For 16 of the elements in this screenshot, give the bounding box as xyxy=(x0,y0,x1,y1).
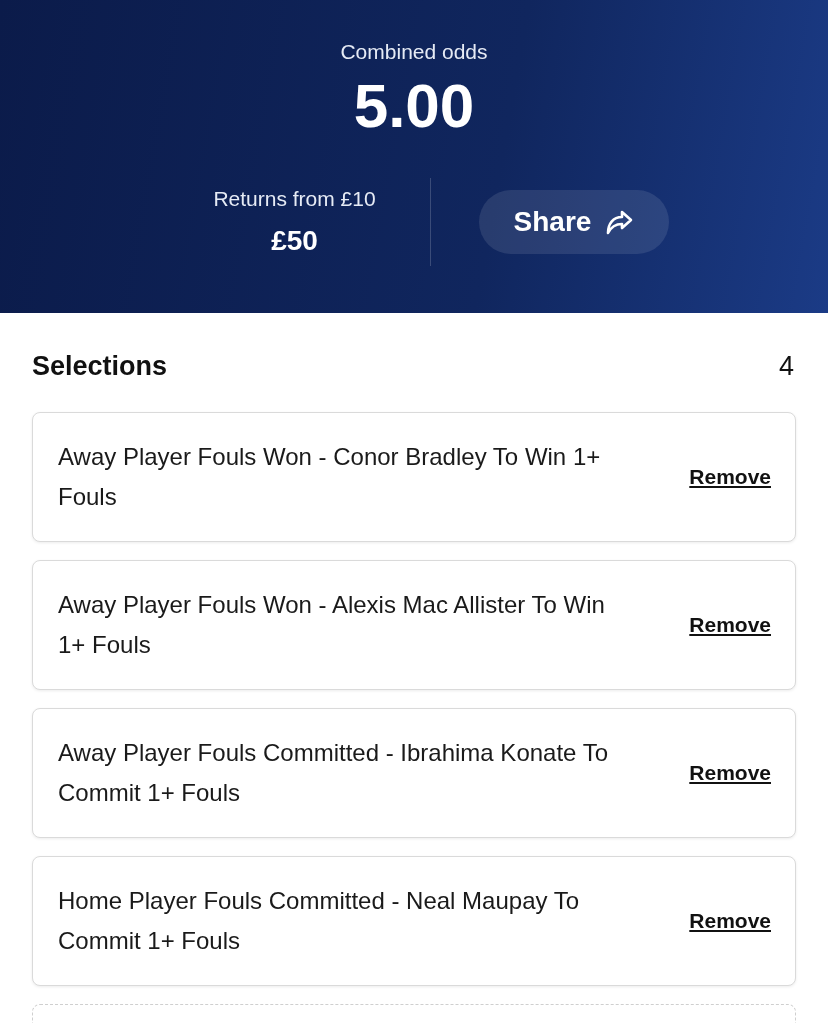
combined-odds-label: Combined odds xyxy=(340,40,488,64)
remove-link[interactable]: Remove xyxy=(689,465,771,489)
selections-count: 4 xyxy=(778,351,795,382)
selections-title: Selections xyxy=(32,351,168,382)
remove-link[interactable]: Remove xyxy=(689,761,771,785)
remove-link[interactable]: Remove xyxy=(689,613,771,637)
selection-text: Away Player Fouls Committed - Ibrahima Konate To Commit 1+ Fouls xyxy=(58,738,610,808)
returns-label: Returns from £10 xyxy=(213,187,376,212)
combined-odds-value: 5.00 xyxy=(353,72,475,141)
selection-text: Away Player Fouls Won - Alexis Mac Allister To Win 1+ Fouls xyxy=(58,590,606,660)
selection-text: Home Player Fouls Committed - Neal Maupay To Commit 1+ Fouls xyxy=(58,886,581,956)
returns-value: £50 xyxy=(271,225,318,258)
remove-link[interactable]: Remove xyxy=(689,909,771,933)
share-button[interactable]: Share xyxy=(478,190,669,255)
share-arrow-icon xyxy=(605,209,634,236)
selection-text: Away Player Fouls Won - Conor Bradley To Win 1+ Fouls xyxy=(58,442,602,512)
